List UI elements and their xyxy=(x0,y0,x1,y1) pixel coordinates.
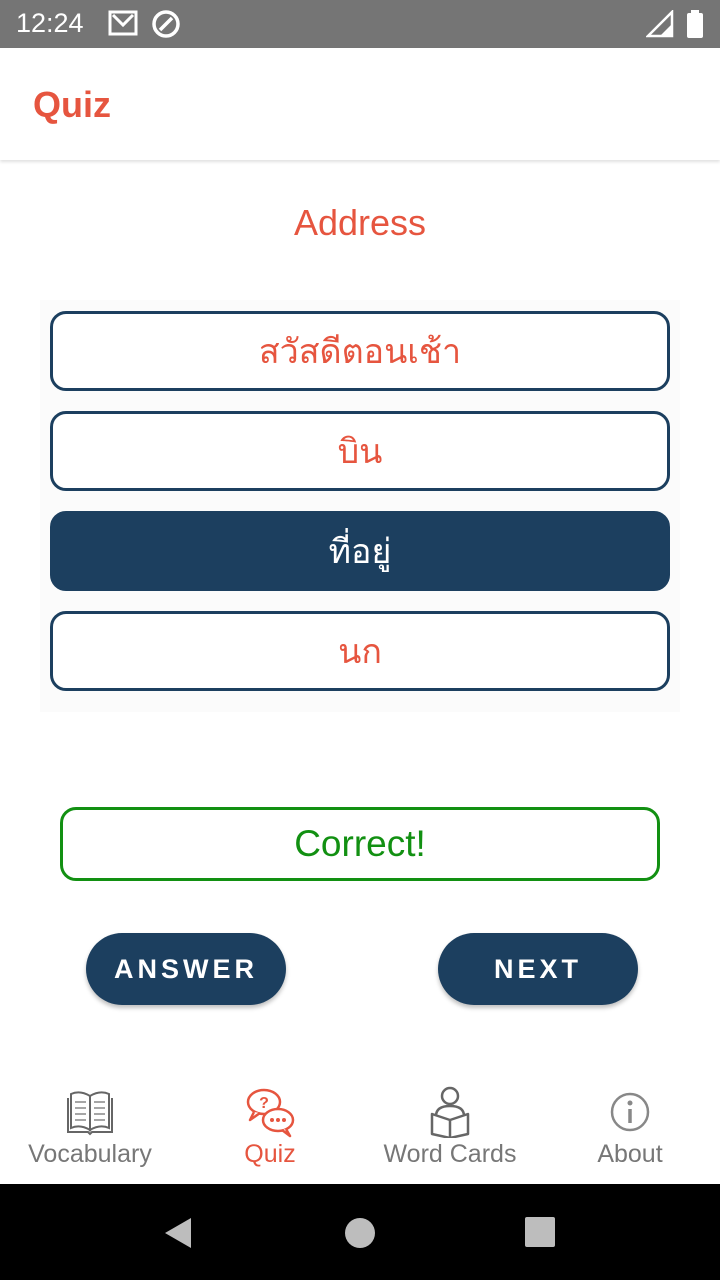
next-button[interactable]: NEXT xyxy=(438,933,638,1005)
signal-icon xyxy=(644,8,674,42)
back-icon[interactable] xyxy=(163,1216,193,1254)
info-icon xyxy=(604,1086,656,1138)
option-1[interactable]: สวัสดีตอนเช้า xyxy=(50,311,670,391)
option-2[interactable]: บิน xyxy=(50,411,670,491)
nav-item-vocabulary[interactable]: Vocabulary xyxy=(0,1070,180,1184)
battery-icon xyxy=(686,10,704,42)
status-bar: 12:24 xyxy=(0,0,720,48)
nav-label-word-cards: Word Cards xyxy=(383,1140,517,1168)
question-text: Address xyxy=(293,202,427,243)
recents-icon[interactable] xyxy=(525,1217,555,1251)
book-icon xyxy=(64,1086,116,1138)
nav-label-about: About xyxy=(597,1140,663,1168)
feedback-message: Correct! xyxy=(60,807,660,881)
gmail-icon xyxy=(108,9,138,41)
sync-icon xyxy=(151,9,181,43)
bottom-nav: Vocabulary ? Quiz Word Cards About xyxy=(0,1070,720,1184)
option-4[interactable]: นก xyxy=(50,611,670,691)
chat-question-icon: ? xyxy=(244,1086,296,1138)
nav-item-about[interactable]: About xyxy=(540,1070,720,1184)
nav-item-word-cards[interactable]: Word Cards xyxy=(360,1070,540,1184)
reader-icon xyxy=(424,1086,476,1140)
answer-options: สวัสดีตอนเช้า บิน ที่อยู่ นก xyxy=(40,300,680,712)
nav-label-vocabulary: Vocabulary xyxy=(28,1140,152,1168)
system-nav-bar xyxy=(0,1184,720,1280)
svg-text:?: ? xyxy=(259,1095,269,1112)
home-icon[interactable] xyxy=(344,1217,376,1253)
nav-label-quiz: Quiz xyxy=(244,1140,296,1168)
answer-button[interactable]: ANSWER xyxy=(86,933,286,1005)
page-title: Quiz xyxy=(33,84,111,125)
status-time: 12:24 xyxy=(16,8,84,38)
app-bar: Quiz xyxy=(0,48,720,160)
nav-item-quiz[interactable]: ? Quiz xyxy=(180,1070,360,1184)
option-3[interactable]: ที่อยู่ xyxy=(50,511,670,591)
